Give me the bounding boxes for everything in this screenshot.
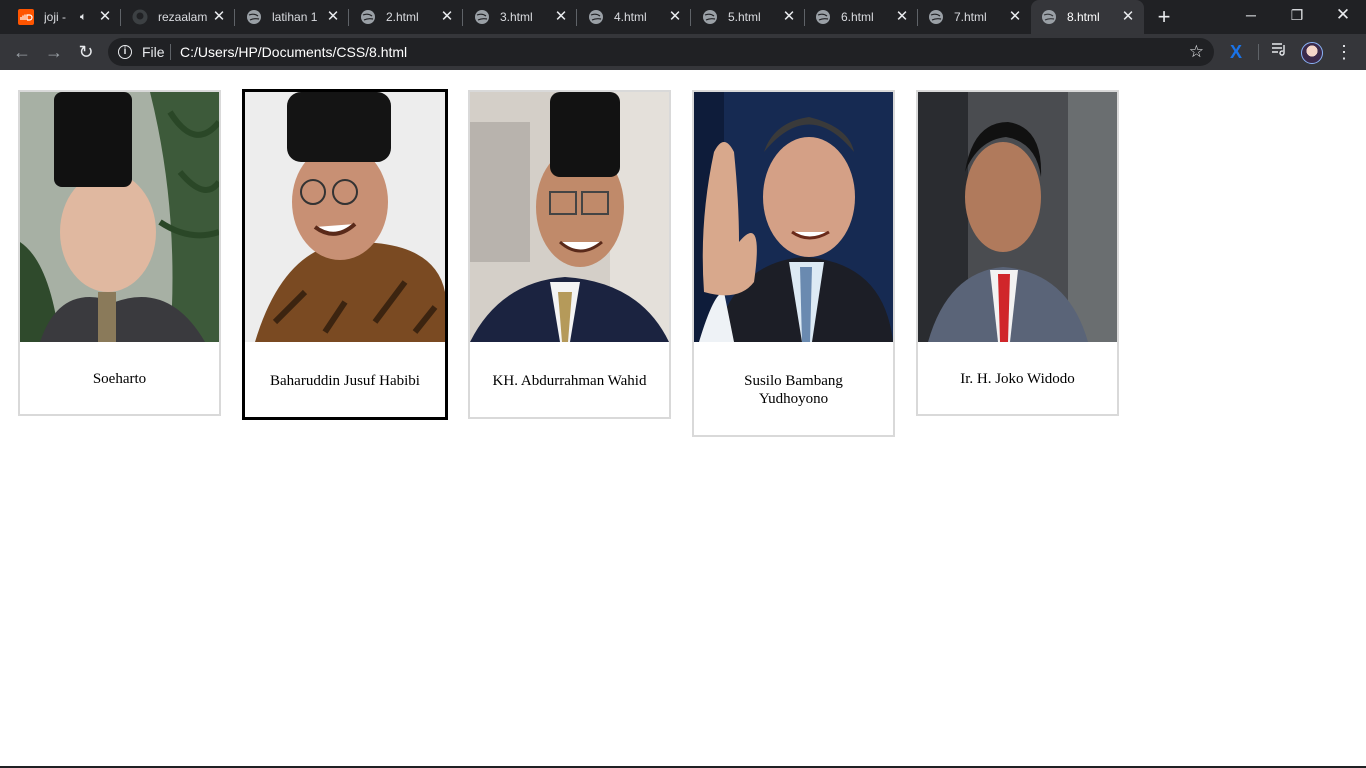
tab-divider <box>348 9 349 26</box>
tab-divider <box>576 9 577 26</box>
browser-toolbar: ← → ↻ i File C:/Users/HP/Documents/CSS/8… <box>0 34 1366 70</box>
address-divider <box>170 44 171 60</box>
president-card-joko-widodo[interactable]: Ir. H. Joko Widodo <box>916 90 1119 416</box>
tab-title: 3.html <box>500 10 533 24</box>
restore-button[interactable]: ❐ <box>1274 0 1320 30</box>
close-tab-icon[interactable]: ✕ <box>97 9 113 25</box>
tab-title: latihan 1 <box>272 10 318 24</box>
tab-title: joji - <box>44 10 67 24</box>
tab-joji[interactable]: joji - 🔈︎ ✕ <box>8 0 121 34</box>
globe-icon <box>1041 9 1057 25</box>
globe-icon <box>588 9 604 25</box>
close-tab-icon[interactable]: ✕ <box>211 9 227 25</box>
close-tab-icon[interactable]: ✕ <box>1007 9 1023 25</box>
globe-icon <box>246 9 262 25</box>
tab-title: 5.html <box>728 10 761 24</box>
address-bar[interactable]: i File C:/Users/HP/Documents/CSS/8.html … <box>108 38 1214 66</box>
president-photo <box>20 92 219 342</box>
close-tab-icon[interactable]: ✕ <box>439 9 455 25</box>
globe-icon <box>360 9 376 25</box>
profile-avatar[interactable] <box>1301 42 1323 64</box>
tab-divider <box>462 9 463 26</box>
president-name: Soeharto <box>92 371 147 387</box>
bookmark-star-icon[interactable]: ☆ <box>1189 42 1204 62</box>
toolbar-divider <box>1258 44 1259 60</box>
close-tab-icon[interactable]: ✕ <box>1120 9 1136 25</box>
close-tab-icon[interactable]: ✕ <box>894 9 910 25</box>
globe-icon <box>702 9 718 25</box>
soundcloud-icon <box>18 9 34 25</box>
tab-7-html[interactable]: 7.html ✕ <box>918 0 1031 34</box>
close-tab-icon[interactable]: ✕ <box>325 9 341 25</box>
tab-strip: joji - 🔈︎ ✕ rezaalam ✕ latihan 1 ✕ 2.htm… <box>0 0 1366 34</box>
globe-icon <box>928 9 944 25</box>
tab-divider <box>234 9 235 26</box>
github-icon <box>132 9 148 25</box>
president-photo <box>470 92 669 342</box>
tab-5-html[interactable]: 5.html ✕ <box>692 0 805 34</box>
tab-title: 2.html <box>386 10 419 24</box>
president-photo <box>245 92 445 342</box>
page-content: Soeharto Baharuddin Jusuf Habibi KH. Abd… <box>0 70 1366 766</box>
tab-rezaalam[interactable]: rezaalam ✕ <box>122 0 235 34</box>
president-photo <box>694 92 893 342</box>
close-tab-icon[interactable]: ✕ <box>667 9 683 25</box>
forward-button[interactable]: → <box>40 38 68 66</box>
extension-x-icon[interactable]: X <box>1222 38 1250 66</box>
scheme-label: File <box>142 44 165 60</box>
media-queue-icon[interactable] <box>1265 38 1293 66</box>
tab-title: 6.html <box>841 10 874 24</box>
close-window-button[interactable]: ✕ <box>1320 0 1366 30</box>
president-name: Baharuddin Jusuf Habibi <box>270 373 420 389</box>
tab-latihan-1[interactable]: latihan 1 ✕ <box>236 0 349 34</box>
tab-title: 7.html <box>954 10 987 24</box>
tab-title: rezaalam <box>158 10 208 24</box>
tab-divider <box>120 9 121 26</box>
president-name: Ir. H. Joko Widodo <box>960 371 1075 387</box>
president-card-susilo-bambang-yudhoyono[interactable]: Susilo Bambang Yudhoyono <box>692 90 895 437</box>
tab-2-html[interactable]: 2.html ✕ <box>350 0 463 34</box>
close-tab-icon[interactable]: ✕ <box>781 9 797 25</box>
url-text[interactable]: C:/Users/HP/Documents/CSS/8.html <box>180 44 407 60</box>
president-name: KH. Abdurrahman Wahid <box>492 373 647 389</box>
close-tab-icon[interactable]: ✕ <box>553 9 569 25</box>
tab-title: 8.html <box>1067 10 1100 24</box>
speaker-icon[interactable]: 🔈︎ <box>80 9 94 25</box>
president-photo <box>918 92 1117 342</box>
reload-button[interactable]: ↻ <box>72 38 100 66</box>
president-name: Susilo Bambang Yudhoyono <box>744 373 843 407</box>
globe-icon <box>815 9 831 25</box>
info-icon[interactable]: i <box>118 45 132 59</box>
new-tab-button[interactable]: + <box>1152 5 1176 29</box>
back-button[interactable]: ← <box>8 38 36 66</box>
tab-4-html[interactable]: 4.html ✕ <box>578 0 691 34</box>
tab-divider <box>690 9 691 26</box>
globe-icon <box>474 9 490 25</box>
president-card-soeharto[interactable]: Soeharto <box>18 90 221 416</box>
tab-title: 4.html <box>614 10 647 24</box>
minimize-button[interactable]: ─ <box>1228 0 1274 30</box>
menu-kebab-icon[interactable]: ⋮ <box>1330 38 1358 66</box>
tab-8-html[interactable]: 8.html ✕ <box>1031 0 1144 34</box>
president-card-abdurrahman-wahid[interactable]: KH. Abdurrahman Wahid <box>468 90 671 419</box>
tab-3-html[interactable]: 3.html ✕ <box>464 0 577 34</box>
tab-6-html[interactable]: 6.html ✕ <box>805 0 918 34</box>
president-card-habibi[interactable]: Baharuddin Jusuf Habibi <box>242 89 448 420</box>
